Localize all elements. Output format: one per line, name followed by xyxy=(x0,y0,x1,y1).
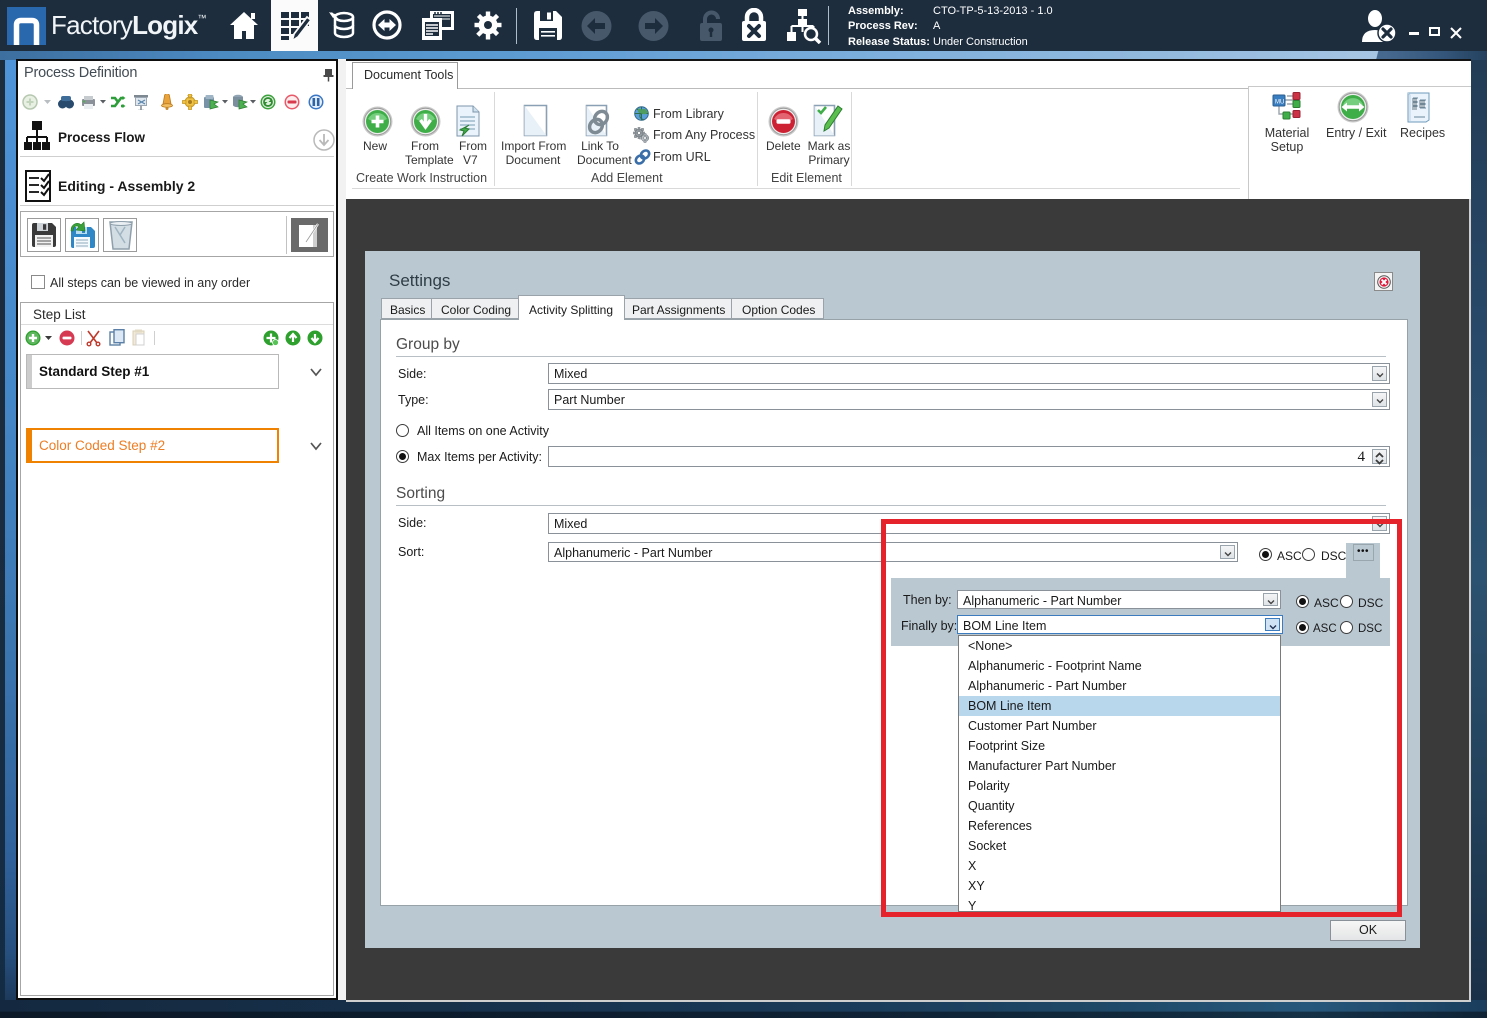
svg-text:MU: MU xyxy=(1275,100,1284,106)
